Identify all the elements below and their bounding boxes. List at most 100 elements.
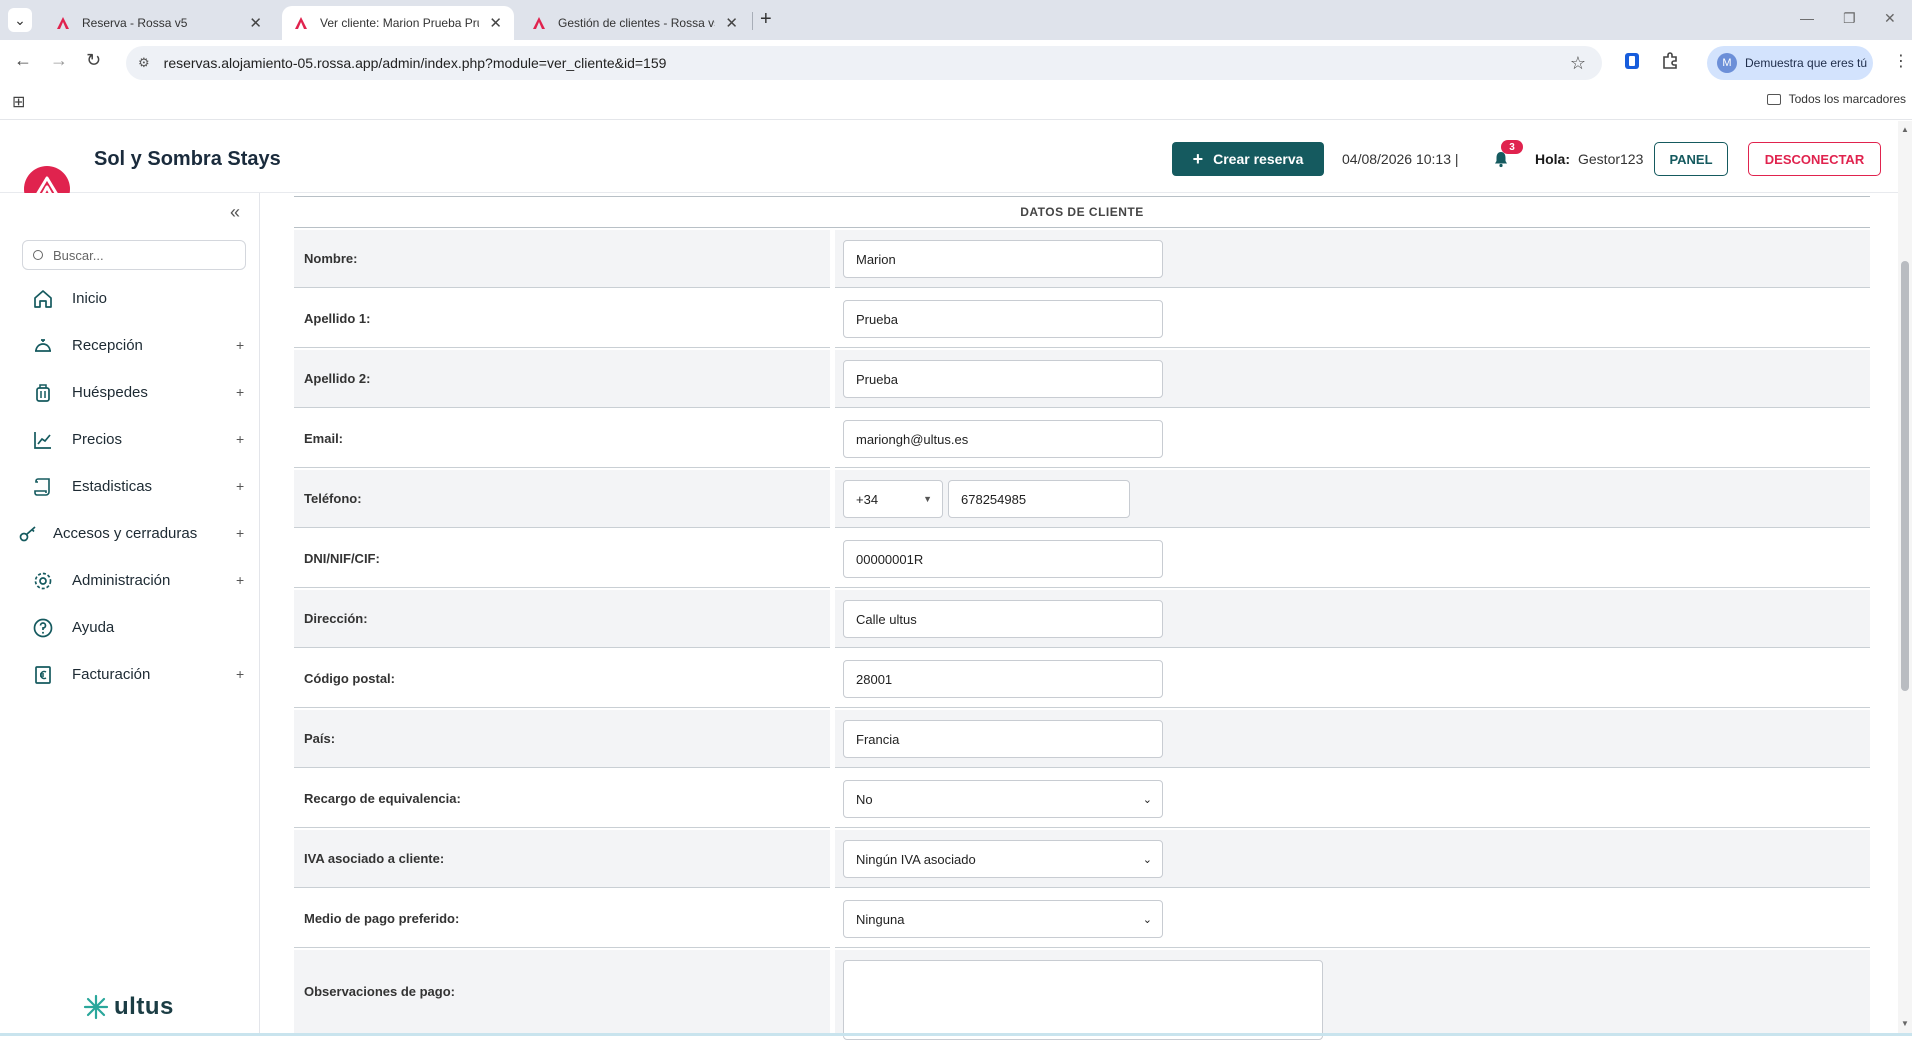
- logout-button[interactable]: DESCONECTAR: [1748, 142, 1881, 176]
- field-value-cell: Prueba: [835, 290, 1870, 348]
- sidebar-item-huespedes[interactable]: Huéspedes +: [0, 372, 260, 412]
- sidebar-item-label: Huéspedes: [72, 383, 148, 401]
- field-label: Dirección:: [294, 590, 830, 648]
- row-nombre: Nombre: Marion: [294, 230, 1870, 290]
- collapse-sidebar-icon[interactable]: «: [230, 202, 240, 223]
- sidebar-item-estadisticas[interactable]: Estadisticas +: [0, 466, 260, 506]
- apellido2-input[interactable]: Prueba: [843, 360, 1163, 398]
- euro-doc-icon: [35, 666, 51, 684]
- minimize-icon[interactable]: —: [1800, 10, 1814, 26]
- back-icon[interactable]: ←: [14, 50, 32, 71]
- extensions-puzzle-icon[interactable]: [1660, 51, 1680, 71]
- field-value-cell: No ⌄: [835, 770, 1870, 828]
- close-tab-icon[interactable]: ✕: [249, 14, 262, 32]
- row-email: Email: mariongh@ultus.es: [294, 410, 1870, 470]
- all-bookmarks-button[interactable]: Todos los marcadores: [1766, 92, 1906, 106]
- username: Gestor123: [1578, 151, 1644, 167]
- nombre-input[interactable]: Marion: [843, 240, 1163, 278]
- sidebar-item-label: Inicio: [72, 289, 108, 307]
- pais-input[interactable]: Francia: [843, 720, 1163, 758]
- expand-icon[interactable]: +: [236, 478, 244, 494]
- search-icon: [33, 250, 43, 260]
- recargo-select[interactable]: No ⌄: [843, 780, 1163, 818]
- observaciones-textarea[interactable]: [843, 960, 1323, 1040]
- tab-search-chevron-icon[interactable]: ⌄: [8, 8, 32, 32]
- row-direccion: Dirección: Calle ultus: [294, 590, 1870, 650]
- brand-name: Sol y Sombra Stays: [94, 148, 281, 170]
- field-label: DNI/NIF/CIF:: [294, 530, 830, 588]
- window-close-icon[interactable]: ✕: [1884, 10, 1896, 27]
- sidebar-item-inicio[interactable]: Inicio: [0, 278, 260, 318]
- expand-icon[interactable]: +: [236, 666, 244, 682]
- field-label: Recargo de equivalencia:: [294, 770, 830, 828]
- rossa-favicon-icon: [57, 17, 69, 29]
- key-icon: [19, 526, 36, 542]
- tab-separator: [752, 12, 753, 30]
- gear-icon: [34, 572, 52, 590]
- sidebar-item-facturacion[interactable]: Facturación +: [0, 654, 260, 694]
- field-value-cell: 28001: [835, 650, 1870, 708]
- forward-icon[interactable]: →: [50, 50, 68, 71]
- browser-tab-gestion-clientes[interactable]: Gestión de clientes - Rossa v5 ✕: [520, 6, 750, 40]
- sidebar-item-accesos[interactable]: Accesos y cerraduras +: [0, 513, 260, 553]
- sidebar-item-ayuda[interactable]: Ayuda: [0, 607, 260, 647]
- bookmark-star-icon[interactable]: ☆: [1570, 53, 1586, 74]
- medio-pago-select[interactable]: Ninguna ⌄: [843, 900, 1163, 938]
- direccion-input[interactable]: Calle ultus: [843, 600, 1163, 638]
- create-reservation-button[interactable]: + Crear reserva: [1172, 142, 1324, 176]
- panel-button[interactable]: PANEL: [1654, 142, 1728, 176]
- ultus-logo: ultus: [82, 993, 174, 1021]
- field-label: Teléfono:: [294, 470, 830, 528]
- bitwarden-extension-icon[interactable]: [1622, 51, 1642, 71]
- new-tab-icon[interactable]: +: [760, 8, 772, 31]
- scroll-up-icon[interactable]: ▲: [1901, 125, 1909, 134]
- row-telefono: Teléfono: +34 ▼ 678254985: [294, 470, 1870, 530]
- phone-input[interactable]: 678254985: [948, 480, 1130, 518]
- apellido1-input[interactable]: Prueba: [843, 300, 1163, 338]
- site-settings-icon[interactable]: ⚙: [138, 55, 150, 71]
- reload-icon[interactable]: ↻: [86, 50, 101, 71]
- row-apellido1: Apellido 1: Prueba: [294, 290, 1870, 350]
- sidebar-item-administracion[interactable]: Administración +: [0, 560, 260, 600]
- profile-button[interactable]: M Demuestra que eres tú: [1707, 46, 1873, 80]
- sidebar-item-precios[interactable]: Precios +: [0, 419, 260, 459]
- expand-icon[interactable]: +: [236, 525, 244, 541]
- field-label: Apellido 2:: [294, 350, 830, 408]
- field-value-cell: Prueba: [835, 350, 1870, 408]
- browser-tab-reserva[interactable]: Reserva - Rossa v5 ✕: [44, 6, 274, 40]
- restore-icon[interactable]: ❐: [1843, 10, 1856, 27]
- ultus-asterisk-icon: [83, 994, 109, 1020]
- page-scrollbar[interactable]: ▲ ▼: [1898, 121, 1912, 1036]
- iva-value: Ningún IVA asociado: [856, 851, 976, 867]
- country-code-select[interactable]: +34 ▼: [843, 480, 943, 518]
- close-tab-icon[interactable]: ✕: [725, 14, 738, 32]
- field-value-cell: [835, 950, 1870, 1040]
- row-medio-pago: Medio de pago preferido: Ninguna ⌄: [294, 890, 1870, 950]
- codigo-postal-input[interactable]: 28001: [843, 660, 1163, 698]
- address-bar[interactable]: ⚙ reservas.alojamiento-05.rossa.app/admi…: [126, 46, 1602, 80]
- dni-input[interactable]: 00000001R: [843, 540, 1163, 578]
- expand-icon[interactable]: +: [236, 384, 244, 400]
- iva-select[interactable]: Ningún IVA asociado ⌄: [843, 840, 1163, 878]
- field-value-cell: 00000001R: [835, 530, 1870, 588]
- close-tab-icon[interactable]: ✕: [489, 14, 502, 32]
- field-value-cell: Ningún IVA asociado ⌄: [835, 830, 1870, 888]
- chart-line-icon: [34, 432, 51, 449]
- browser-menu-icon[interactable]: ⋮: [1893, 51, 1909, 71]
- scroll-down-icon[interactable]: ▼: [1901, 1019, 1909, 1028]
- sidebar-item-label: Recepción: [72, 336, 143, 354]
- sidebar-search-input[interactable]: Buscar...: [22, 240, 246, 270]
- scrollbar-thumb[interactable]: [1901, 261, 1909, 691]
- email-input[interactable]: mariongh@ultus.es: [843, 420, 1163, 458]
- help-icon: [33, 618, 53, 638]
- sidebar-item-recepcion[interactable]: Recepción +: [0, 325, 260, 365]
- apps-grid-icon[interactable]: ⊞: [12, 92, 25, 112]
- row-observaciones: Observaciones de pago:: [294, 950, 1870, 1040]
- expand-icon[interactable]: +: [236, 337, 244, 353]
- field-label: País:: [294, 710, 830, 768]
- tab-title: Gestión de clientes - Rossa v5: [558, 16, 716, 30]
- expand-icon[interactable]: +: [236, 572, 244, 588]
- browser-tab-ver-cliente[interactable]: Ver cliente: Marion Prueba Prue ✕: [282, 6, 514, 40]
- field-label: Medio de pago preferido:: [294, 890, 830, 948]
- expand-icon[interactable]: +: [236, 431, 244, 447]
